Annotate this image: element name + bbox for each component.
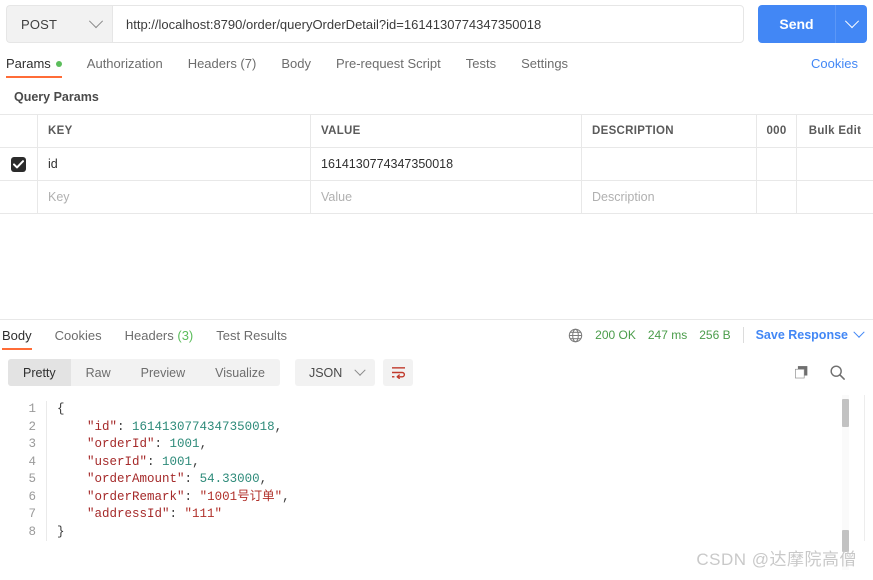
tab-body[interactable]: Body (281, 56, 311, 78)
table-header-row: KEY VALUE DESCRIPTION 000 Bulk Edit (0, 115, 873, 148)
response-tab-bar: Body Cookies Headers (3) Test Results 20… (0, 320, 873, 350)
request-url-bar: POST http://localhost:8790/order/queryOr… (0, 0, 873, 49)
response-view-segmented-control: Pretty Raw Preview Visualize (8, 359, 280, 386)
empty-row-spacer-2 (797, 181, 873, 213)
response-language-label: JSON (308, 365, 343, 380)
tab-authorization[interactable]: Authorization (87, 56, 163, 78)
chevron-down-icon (88, 14, 104, 29)
cookies-link[interactable]: Cookies (811, 56, 858, 78)
response-tab-headers[interactable]: Headers (3) (125, 328, 194, 350)
bulk-edit-button[interactable]: Bulk Edit (797, 115, 873, 147)
param-description-input[interactable] (582, 148, 757, 180)
row-spacer-cell-2 (797, 148, 873, 180)
http-method-select[interactable]: POST (6, 5, 112, 43)
response-tab-test-results[interactable]: Test Results (216, 328, 287, 350)
request-url-input[interactable]: http://localhost:8790/order/queryOrderDe… (112, 5, 744, 43)
globe-icon (568, 328, 583, 343)
response-format-toolbar: Pretty Raw Preview Visualize JSON (0, 350, 873, 395)
new-param-description-input[interactable]: Description (582, 181, 757, 213)
response-language-select[interactable]: JSON (294, 359, 376, 386)
chevron-down-icon (844, 14, 859, 29)
chevron-down-icon (354, 364, 366, 376)
response-tab-body[interactable]: Body (2, 328, 32, 350)
send-button[interactable]: Send (758, 5, 835, 43)
send-options-button[interactable] (835, 5, 867, 43)
scrollbar-thumb[interactable] (842, 399, 849, 427)
new-param-value-input[interactable]: Value (311, 181, 582, 213)
response-headers-count: (3) (173, 328, 194, 343)
response-tab-headers-label: Headers (124, 328, 174, 343)
chevron-down-icon (853, 326, 865, 338)
row-spacer-cell (757, 148, 797, 180)
new-param-key-input[interactable]: Key (38, 181, 311, 213)
query-params-table: KEY VALUE DESCRIPTION 000 Bulk Edit id 1… (0, 114, 873, 214)
tab-params[interactable]: Params (6, 56, 62, 78)
json-code-lines[interactable]: { "id": 1614130774347350018, "orderId": … (47, 401, 873, 541)
table-options-menu-icon[interactable]: 000 (757, 115, 797, 147)
table-row-empty: Key Value Description (0, 181, 873, 213)
empty-row-checkbox-cell (0, 181, 38, 213)
view-visualize-button[interactable]: Visualize (200, 359, 280, 386)
response-body-scrollbar[interactable] (842, 395, 849, 570)
meta-divider (742, 327, 744, 343)
response-body-actions (793, 364, 863, 381)
param-key-input[interactable]: id (38, 148, 311, 180)
wrap-lines-button[interactable] (383, 359, 414, 386)
request-tab-bar: Params Authorization Headers (7) Body Pr… (0, 49, 873, 78)
response-meta: 200 OK 247 ms 256 B Save Response (568, 326, 865, 350)
code-right-rule (864, 395, 865, 541)
tab-headers[interactable]: Headers (7) (188, 56, 257, 78)
response-status: 200 OK (595, 328, 636, 342)
copy-icon[interactable] (793, 364, 810, 381)
view-raw-button[interactable]: Raw (71, 359, 126, 386)
save-response-label: Save Response (755, 328, 848, 342)
response-size: 256 B (699, 328, 731, 342)
row-checkbox[interactable] (11, 156, 26, 172)
tab-pre-request-script[interactable]: Pre-request Script (336, 56, 441, 78)
query-params-title: Query Params (14, 90, 99, 104)
column-header-key: KEY (38, 115, 311, 147)
tab-params-label: Params (6, 56, 51, 71)
tab-settings[interactable]: Settings (521, 56, 568, 78)
save-response-button[interactable]: Save Response (755, 326, 865, 342)
unsaved-dot-icon (55, 60, 62, 67)
line-number-gutter: 1 2 3 4 5 6 7 8 (0, 401, 47, 541)
check-icon (13, 159, 24, 168)
param-value-input[interactable]: 1614130774347350018 (311, 148, 582, 180)
view-pretty-button[interactable]: Pretty (8, 359, 71, 386)
column-header-value: VALUE (311, 115, 582, 147)
http-method-label: POST (21, 16, 58, 32)
header-checkbox-cell (0, 115, 38, 147)
response-body-code: 1 2 3 4 5 6 7 8 { "id": 1614130774347350… (0, 395, 873, 570)
response-tab-cookies[interactable]: Cookies (55, 328, 102, 350)
search-icon[interactable] (829, 364, 846, 381)
view-preview-button[interactable]: Preview (126, 359, 200, 386)
tab-tests[interactable]: Tests (466, 56, 496, 78)
table-row: id 1614130774347350018 (0, 148, 873, 181)
empty-row-spacer (757, 181, 797, 213)
column-header-description: DESCRIPTION (582, 115, 757, 147)
response-time: 247 ms (647, 328, 688, 342)
wrap-text-icon (391, 367, 405, 379)
row-checkbox-cell (0, 148, 38, 180)
watermark: CSDN @达摩院高僧 (696, 550, 857, 569)
send-button-group: Send (758, 5, 867, 43)
